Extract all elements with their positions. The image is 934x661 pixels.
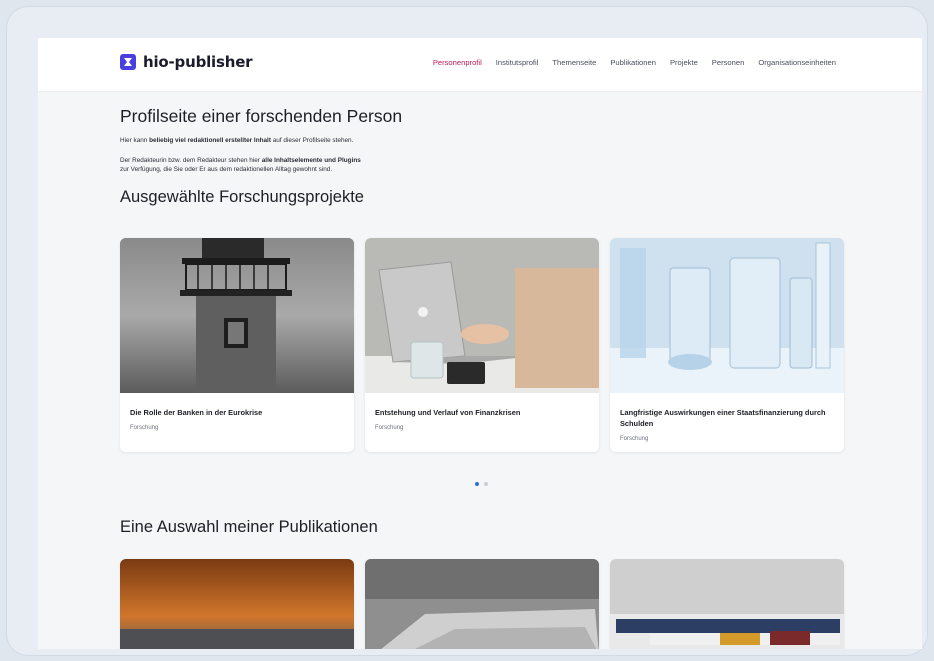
intro-paragraph-1: Hier kann beliebig viel redaktionell ers… [120, 136, 844, 145]
carousel-pagination [475, 482, 488, 486]
publication-card[interactable] [610, 559, 844, 649]
projects-carousel: Die Rolle der Banken in der Eurokrise Fo… [120, 238, 845, 452]
brand-name: hio-publisher [143, 53, 253, 71]
carousel-dot-2[interactable] [484, 482, 488, 486]
nav-item-themenseite[interactable]: Themenseite [552, 58, 596, 67]
intro-paragraph-2: Der Redakteurin bzw. dem Redakteur stehe… [120, 156, 844, 174]
lighthouse-photo [120, 238, 354, 393]
intro-text: Hier kann [120, 137, 150, 144]
card-title[interactable]: Entstehung und Verlauf von Finanzkrisen [375, 407, 589, 418]
nav-item-personenprofil[interactable]: Personenprofil [433, 58, 482, 67]
card-category: Forschung [375, 425, 404, 431]
intro-text: zur Verfügung, die Sie oder Er aus dem r… [120, 166, 333, 173]
rolled-newspapers-photo [610, 559, 844, 649]
page-title: Profilseite einer forschenden Person [120, 106, 403, 126]
project-card[interactable]: Die Rolle der Banken in der Eurokrise Fo… [120, 238, 354, 452]
page-viewport: hio-publisher Personenprofil Institutspr… [38, 38, 922, 649]
intro-text: auf dieser Profilseite stehen. [270, 137, 354, 144]
newspapers-photo [365, 559, 599, 649]
nav-item-organisationseinheiten[interactable]: Organisationseinheiten [758, 58, 836, 67]
laptop-photo [365, 238, 599, 393]
card-title[interactable]: Langfristige Auswirkungen einer Staatsfi… [620, 407, 834, 429]
intro-text-bold: beliebig viel redaktionell erstellter In… [149, 137, 271, 144]
nav-item-publikationen[interactable]: Publikationen [610, 58, 656, 67]
publication-card[interactable] [120, 559, 354, 649]
card-body: Die Rolle der Banken in der Eurokrise Fo… [120, 393, 354, 441]
publication-card[interactable] [365, 559, 599, 649]
carousel-dot-1[interactable] [475, 482, 479, 486]
card-category: Forschung [620, 436, 649, 442]
main-nav: Personenprofil Institutsprofil Themensei… [433, 58, 836, 67]
projects-heading: Ausgewählte Forschungsprojekte [120, 188, 364, 206]
project-card[interactable]: Langfristige Auswirkungen einer Staatsfi… [610, 238, 844, 452]
nav-item-personen[interactable]: Personen [712, 58, 745, 67]
logo-icon [120, 54, 136, 70]
browser-frame: hio-publisher Personenprofil Institutspr… [6, 6, 928, 656]
card-body: Entstehung und Verlauf von Finanzkrisen … [365, 393, 599, 441]
card-title[interactable]: Die Rolle der Banken in der Eurokrise [130, 407, 344, 418]
lab-glassware-photo [610, 238, 844, 393]
intro-section: Profilseite einer forschenden Person Hie… [120, 106, 844, 207]
intro-text: Der Redakteurin bzw. dem Redakteur stehe… [120, 157, 262, 164]
project-card[interactable]: Entstehung und Verlauf von Finanzkrisen … [365, 238, 599, 452]
card-category: Forschung [130, 425, 159, 431]
card-body: Langfristige Auswirkungen einer Staatsfi… [610, 393, 844, 452]
nav-item-institutsprofil[interactable]: Institutsprofil [496, 58, 539, 67]
nav-item-projekte[interactable]: Projekte [670, 58, 698, 67]
publications-list [120, 559, 845, 649]
site-header: hio-publisher Personenprofil Institutspr… [38, 38, 922, 92]
site-logo[interactable]: hio-publisher [120, 53, 253, 71]
books-photo [120, 559, 354, 649]
intro-text-bold: alle Inhaltselemente und Plugins [261, 157, 361, 164]
publications-heading: Eine Auswahl meiner Publikationen [120, 518, 378, 536]
